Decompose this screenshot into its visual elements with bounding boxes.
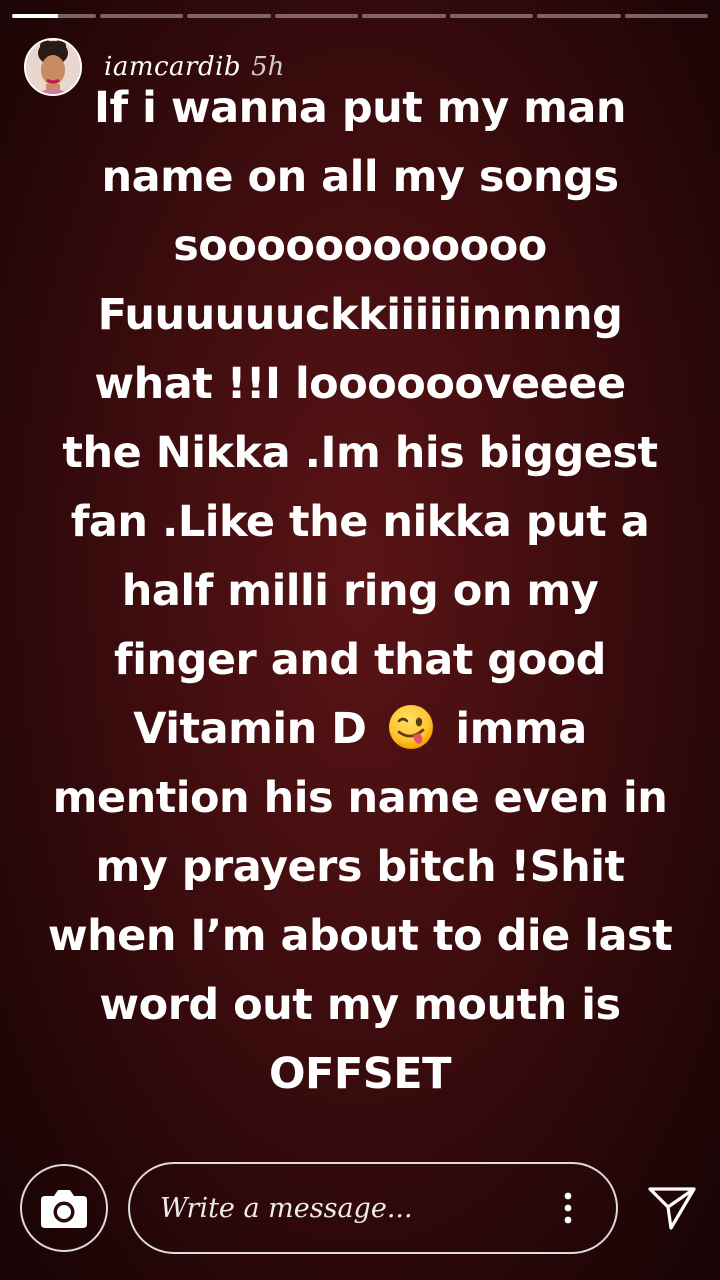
story-progress-segment: [99, 14, 183, 18]
story-text-fragment: imma: [455, 704, 587, 754]
message-field[interactable]: [128, 1162, 618, 1254]
story-text-line: Fuuuuuuckkiiiiiinnnng: [97, 290, 623, 340]
more-vertical-icon: [564, 1192, 572, 1224]
story-text-line: fan .Like the nikka put a: [70, 497, 650, 547]
message-input[interactable]: [160, 1183, 548, 1233]
story-progress-segment: [537, 14, 621, 18]
winking-face-with-tongue-icon: [387, 703, 435, 751]
story-text-line-with-emoji: Vitamin D imma: [20, 695, 700, 764]
send-icon: [648, 1187, 696, 1230]
story-progress-bar: [12, 14, 708, 18]
story-text-line: mention his name even in: [52, 773, 668, 823]
story-progress-segment: [187, 14, 271, 18]
story-text-line: soooooooooooo: [173, 221, 547, 271]
story-viewer[interactable]: iamcardib 5h If i wanna put my man name …: [0, 0, 720, 1280]
story-progress-segment: [624, 14, 708, 18]
story-text-line: the Nikka .Im his biggest: [62, 428, 658, 478]
story-text-line: word out my mouth is: [99, 980, 621, 1030]
story-text: If i wanna put my man name on all my son…: [20, 74, 700, 1109]
story-text-fragment: Vitamin D: [133, 704, 367, 754]
story-text-line: finger and that good: [114, 635, 606, 685]
camera-icon: [41, 1190, 87, 1228]
reply-bar: [0, 1162, 720, 1256]
story-text-line: OFFSET: [269, 1049, 451, 1099]
more-options-button[interactable]: [548, 1178, 588, 1238]
story-progress-segment: [12, 14, 96, 18]
send-button[interactable]: [644, 1180, 700, 1236]
story-text-line: name on all my songs: [101, 152, 619, 202]
story-text-line: when I’m about to die last: [47, 911, 673, 961]
story-progress-fill: [12, 14, 58, 18]
story-text-line: my prayers bitch !Shit: [95, 842, 625, 892]
story-text-line: what !!I looooooveeee: [94, 359, 626, 409]
story-text-line: If i wanna put my man: [94, 83, 627, 133]
story-progress-segment: [274, 14, 358, 18]
story-text-line: half milli ring on my: [121, 566, 599, 616]
camera-button[interactable]: [20, 1164, 108, 1252]
story-progress-segment: [449, 14, 533, 18]
story-progress-segment: [362, 14, 446, 18]
